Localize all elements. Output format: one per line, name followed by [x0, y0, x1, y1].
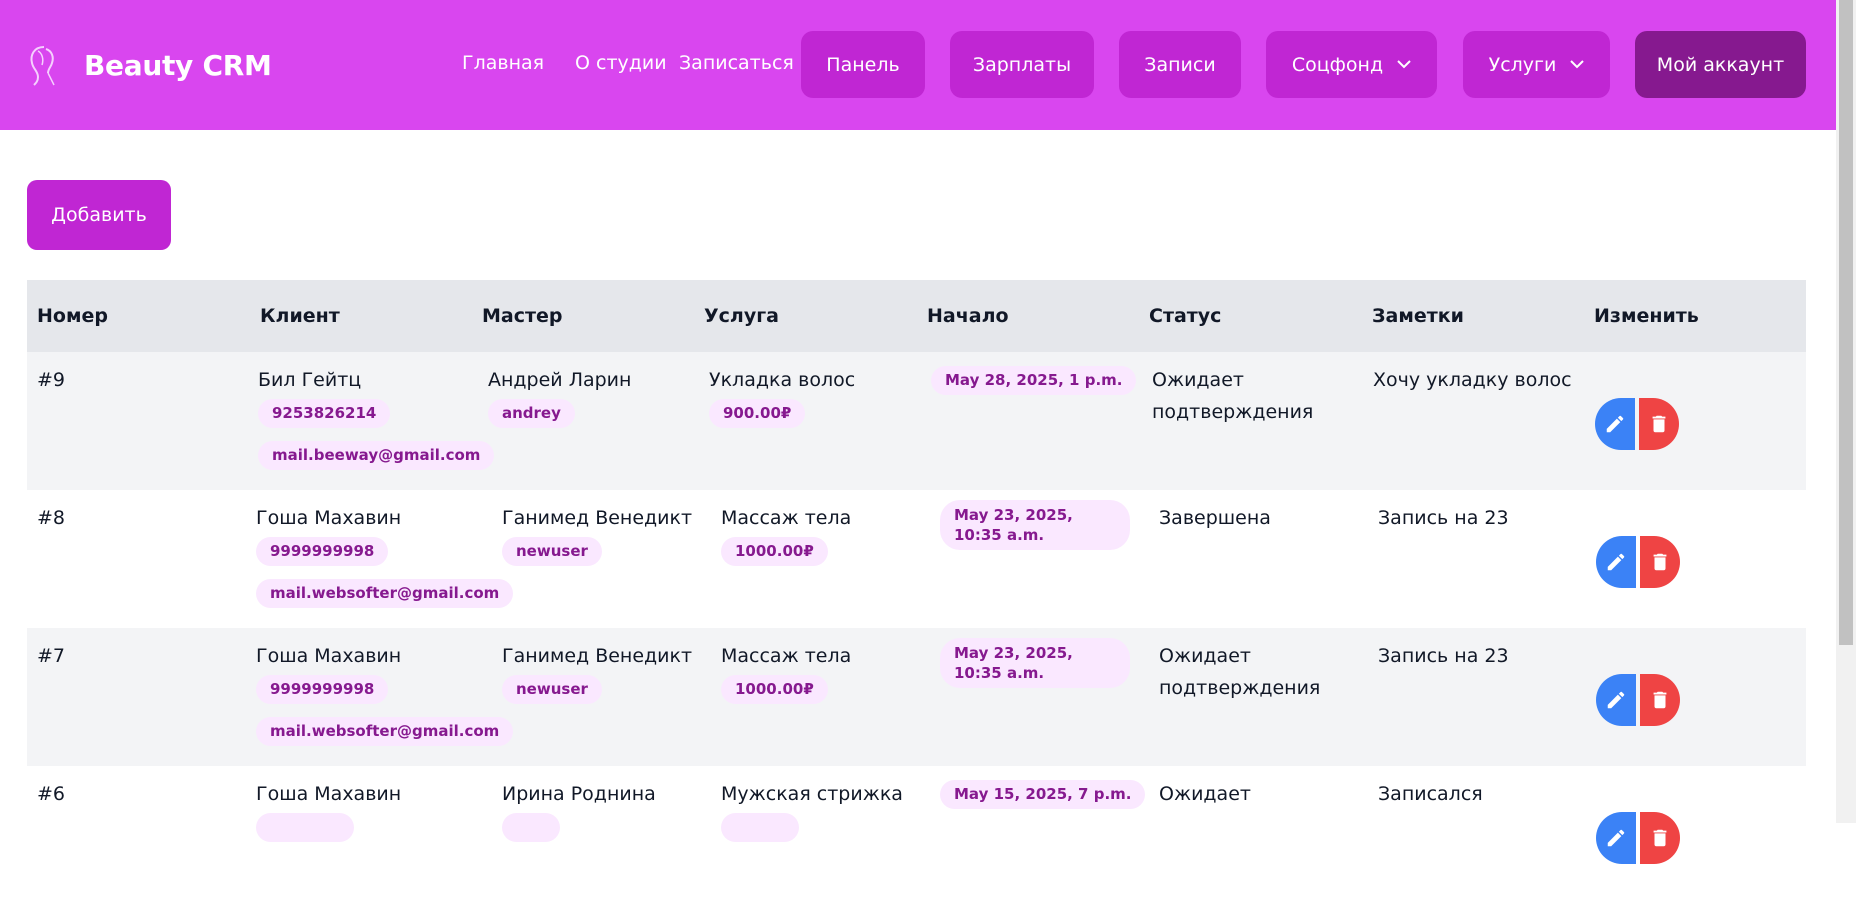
row-number: #8: [37, 507, 66, 529]
table-row: #9 Бил Гейтц 9253826214 mail.beeway@gmai…: [27, 352, 1806, 490]
start-datetime: May 28, 2025, 1 p.m.: [931, 366, 1137, 395]
nav-link-about[interactable]: О студии: [575, 52, 667, 74]
master-login: andrey: [488, 399, 575, 428]
master-name: Ирина Роднина: [502, 783, 656, 805]
row-number: #6: [37, 783, 66, 805]
nav-button-panel-label: Панель: [826, 53, 900, 76]
notes-text: Запись на 23: [1378, 507, 1509, 529]
status-text: Ожидает подтверждения: [1159, 645, 1321, 699]
nav-dropdown-socfund-label: Соцфонд: [1291, 53, 1384, 76]
column-header-number: Номер: [37, 305, 108, 327]
trash-icon: [1652, 415, 1666, 433]
client-email: mail.websofter@gmail.com: [256, 717, 514, 746]
trash-icon: [1653, 829, 1667, 847]
client-phone: 9999999998: [256, 675, 389, 704]
nav-link-home[interactable]: Главная: [462, 52, 544, 74]
table-row: #7 Гоша Махавин 9999999998 mail.websofte…: [27, 628, 1806, 766]
pencil-icon: [1607, 553, 1625, 571]
service-price: [721, 813, 799, 842]
scrollbar-thumb[interactable]: [1839, 0, 1853, 645]
start-datetime: May 23, 2025, 10:35 a.m.: [940, 638, 1130, 688]
client-email: mail.beeway@gmail.com: [258, 441, 495, 470]
top-navbar: Beauty CRM Главная О студии Записаться П…: [0, 0, 1836, 130]
pencil-icon: [1606, 415, 1624, 433]
add-button-label: Добавить: [51, 204, 147, 226]
master-login: newuser: [502, 537, 602, 566]
client-phone: [256, 813, 354, 842]
nav-dropdown-services[interactable]: Услуги: [1463, 31, 1610, 98]
delete-button[interactable]: [1640, 536, 1680, 588]
service-name: Массаж тела: [721, 507, 852, 529]
nav-dropdown-services-label: Услуги: [1488, 53, 1557, 76]
service-name: Укладка волос: [709, 369, 856, 391]
nav-button-account[interactable]: Мой аккаунт: [1635, 31, 1806, 98]
status-text: Ожидает подтверждения: [1152, 369, 1314, 423]
delete-button[interactable]: [1640, 674, 1680, 726]
table-header: Номер Клиент Мастер Услуга Начало Статус…: [27, 280, 1806, 352]
delete-button[interactable]: [1639, 398, 1679, 450]
appointments-table: Номер Клиент Мастер Услуга Начало Статус…: [27, 280, 1806, 904]
client-name: Гоша Махавин: [256, 645, 402, 667]
notes-text: Записался: [1378, 783, 1483, 805]
chevron-down-icon: [1570, 60, 1585, 69]
table-row: #8 Гоша Махавин 9999999998 mail.websofte…: [27, 490, 1806, 628]
trash-icon: [1653, 553, 1667, 571]
edit-button[interactable]: [1596, 674, 1636, 726]
column-header-notes: Заметки: [1372, 305, 1464, 327]
pencil-icon: [1607, 829, 1625, 847]
delete-button[interactable]: [1640, 812, 1680, 864]
nav-link-signup[interactable]: Записаться: [679, 52, 794, 74]
edit-button[interactable]: [1595, 398, 1635, 450]
edit-button[interactable]: [1596, 812, 1636, 864]
nav-button-records-label: Записи: [1144, 53, 1216, 76]
add-button[interactable]: Добавить: [27, 180, 171, 250]
nav-button-salaries[interactable]: Зарплаты: [950, 31, 1094, 98]
service-price: 1000.00₽: [721, 537, 828, 566]
brand[interactable]: Beauty CRM: [26, 43, 272, 87]
row-number: #7: [37, 645, 66, 667]
column-header-client: Клиент: [260, 305, 340, 327]
nav-button-salaries-label: Зарплаты: [972, 53, 1072, 76]
woman-silhouette-logo: [30, 46, 55, 86]
service-price: 1000.00₽: [721, 675, 828, 704]
service-name: Массаж тела: [721, 645, 852, 667]
start-datetime: May 23, 2025, 10:35 a.m.: [940, 500, 1130, 550]
master-name: Ганимед Венедикт: [502, 645, 693, 667]
client-name: Гоша Махавин: [256, 783, 402, 805]
column-header-master: Мастер: [482, 305, 563, 327]
start-datetime: May 15, 2025, 7 p.m.: [940, 780, 1146, 809]
trash-icon: [1653, 691, 1667, 709]
column-header-edit: Изменить: [1594, 305, 1699, 327]
notes-text: Запись на 23: [1378, 645, 1509, 667]
status-text: Ожидает: [1159, 783, 1251, 805]
pencil-icon: [1607, 691, 1625, 709]
nav-button-account-label: Мой аккаунт: [1656, 53, 1785, 76]
nav-dropdown-socfund[interactable]: Соцфонд: [1266, 31, 1437, 98]
client-name: Гоша Махавин: [256, 507, 402, 529]
table-row: #6 Гоша Махавин Ирина Роднина Мужская ст…: [27, 766, 1806, 904]
service-name: Мужская стрижка: [721, 783, 903, 805]
master-login: [502, 813, 560, 842]
notes-text: Хочу укладку волос: [1373, 369, 1572, 391]
master-name: Андрей Ларин: [488, 369, 632, 391]
master-login: newuser: [502, 675, 602, 704]
chevron-down-icon: [1397, 60, 1411, 69]
client-name: Бил Гейтц: [258, 369, 362, 391]
column-header-service: Услуга: [704, 305, 779, 327]
master-name: Ганимед Венедикт: [502, 507, 693, 529]
client-email: mail.websofter@gmail.com: [256, 579, 514, 608]
service-price: 900.00₽: [709, 399, 806, 428]
nav-button-records[interactable]: Записи: [1119, 31, 1241, 98]
nav-button-panel[interactable]: Панель: [801, 31, 925, 98]
status-text: Завершена: [1159, 507, 1271, 529]
edit-button[interactable]: [1596, 536, 1636, 588]
column-header-start: Начало: [927, 305, 1009, 327]
client-phone: 9999999998: [256, 537, 389, 566]
row-number: #9: [37, 369, 66, 391]
client-phone: 9253826214: [258, 399, 391, 428]
brand-title: Beauty CRM: [84, 48, 272, 82]
column-header-status: Статус: [1149, 305, 1222, 327]
